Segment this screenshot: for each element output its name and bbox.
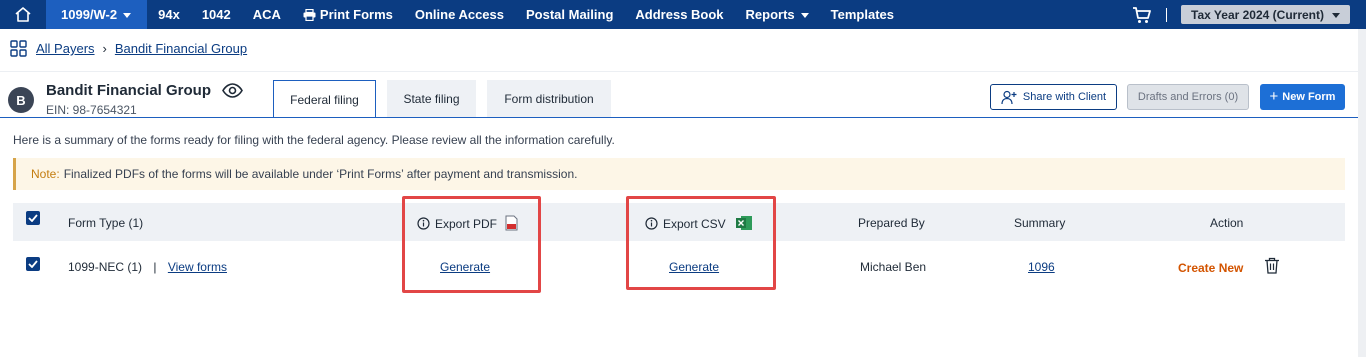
tab-federal-filing[interactable]: Federal filing <box>273 80 376 118</box>
tab-underline <box>0 117 1358 118</box>
share-with-client-button[interactable]: Share with Client <box>990 84 1117 110</box>
breadcrumb: All Payers › Bandit Financial Group <box>10 40 247 57</box>
nav-postal-mailing[interactable]: Postal Mailing <box>515 0 624 29</box>
tab-form-distribution[interactable]: Form distribution <box>487 80 611 117</box>
header-prepared-by: Prepared By <box>858 216 925 230</box>
nav-1042[interactable]: 1042 <box>191 0 242 29</box>
check-icon <box>28 260 38 268</box>
plus-icon: + <box>1269 88 1279 105</box>
form-type-value: 1099-NEC (1) <box>68 260 143 274</box>
row-separator: | <box>153 260 157 274</box>
chevron-down-icon <box>1332 12 1340 18</box>
view-forms-link[interactable]: View forms <box>168 260 227 274</box>
check-icon <box>28 214 38 222</box>
nav-94x[interactable]: 94x <box>147 0 191 29</box>
nav-print-forms[interactable]: Print Forms <box>292 0 404 29</box>
nav-templates[interactable]: Templates <box>820 0 905 29</box>
nav-reports[interactable]: Reports <box>735 0 820 29</box>
note-banner: Note: Finalized PDFs of the forms will be… <box>13 158 1345 190</box>
user-add-icon <box>1001 90 1017 104</box>
note-label: Note: <box>31 167 60 181</box>
note-text: Finalized PDFs of the forms will be avai… <box>63 167 578 181</box>
header-form-type: Form Type (1) <box>68 216 144 230</box>
highlight-export-csv <box>626 196 776 290</box>
home-icon[interactable] <box>0 0 46 29</box>
avatar: B <box>8 87 34 113</box>
drafts-and-errors-button[interactable]: Drafts and Errors (0) <box>1127 84 1249 110</box>
chevron-right-icon: › <box>102 41 107 56</box>
select-all-checkbox[interactable] <box>26 211 40 225</box>
highlight-export-pdf <box>402 196 541 293</box>
chevron-down-icon <box>800 12 809 18</box>
divider <box>0 71 1358 72</box>
header-action: Action <box>1210 216 1244 230</box>
cart-icon[interactable] <box>1132 5 1152 25</box>
trash-icon[interactable] <box>1264 257 1280 274</box>
nav-1099-w2[interactable]: 1099/W-2 <box>46 0 148 29</box>
top-nav: 1099/W-2 94x 1042 ACA Print Forms Online… <box>0 0 1366 29</box>
summary-1096-link[interactable]: 1096 <box>1028 260 1055 274</box>
create-new-link[interactable]: Create New <box>1178 261 1243 275</box>
chevron-down-icon <box>123 12 132 18</box>
header-summary: Summary <box>1014 216 1066 230</box>
nav-online-access[interactable]: Online Access <box>404 0 515 29</box>
new-form-button[interactable]: + New Form <box>1260 84 1345 110</box>
printer-icon <box>303 8 316 21</box>
nav-divider <box>1166 7 1168 22</box>
summary-text: Here is a summary of the forms ready for… <box>13 133 615 147</box>
tab-state-filing[interactable]: State filing <box>387 80 476 117</box>
scrollbar[interactable] <box>1358 29 1366 357</box>
breadcrumb-payer[interactable]: Bandit Financial Group <box>115 41 247 56</box>
grid-icon <box>10 40 27 57</box>
tax-year-select[interactable]: Tax Year 2024 (Current) <box>1181 5 1350 24</box>
nav-aca[interactable]: ACA <box>242 0 292 29</box>
payer-name: Bandit Financial Group <box>46 82 212 99</box>
nav-address-book[interactable]: Address Book <box>624 0 734 29</box>
eye-icon[interactable] <box>222 83 243 98</box>
payer-ein: EIN: 98-7654321 <box>46 103 137 117</box>
breadcrumb-all-payers[interactable]: All Payers <box>36 41 95 56</box>
table-row: 1099-NEC (1) | View forms <box>68 260 227 274</box>
row-checkbox[interactable] <box>26 257 40 271</box>
prepared-by-value: Michael Ben <box>860 260 927 274</box>
